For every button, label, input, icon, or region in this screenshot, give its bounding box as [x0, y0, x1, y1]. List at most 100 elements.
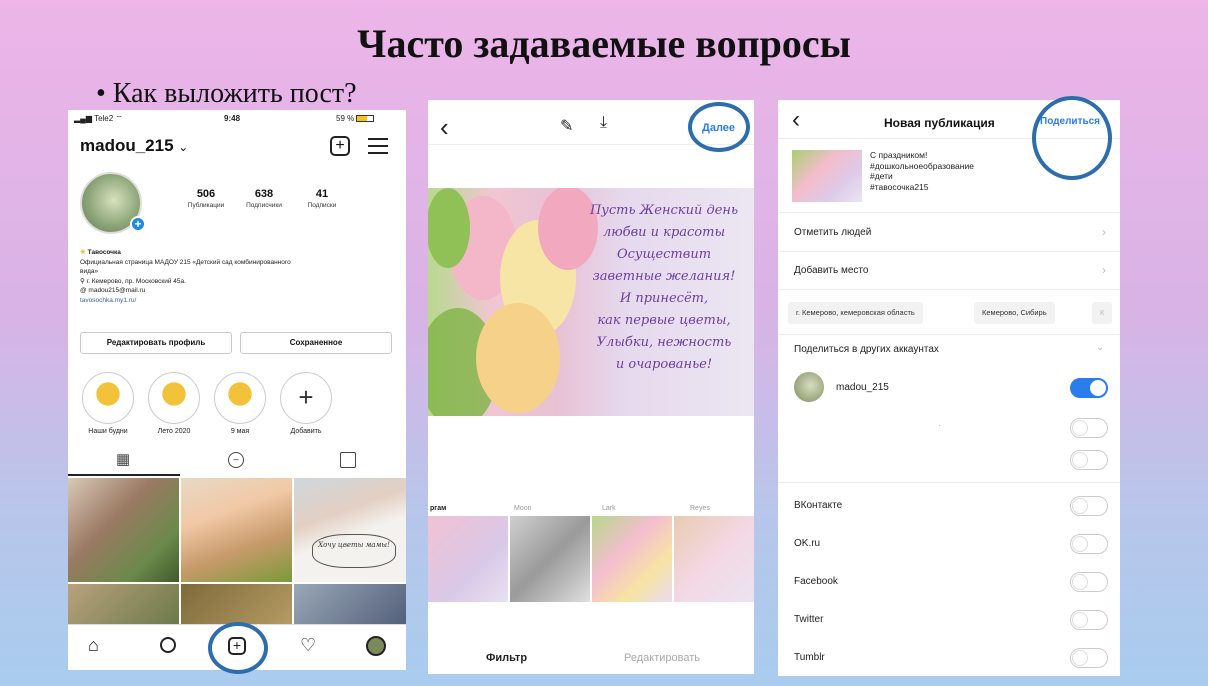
location-pin-icon: ⚲ [80, 277, 85, 285]
sun-icon: ☀ [80, 249, 86, 256]
active-tab-indicator [68, 474, 180, 476]
chevron-down-icon: ⌄ [178, 140, 189, 154]
profile-username[interactable]: madou_215 ⌄ [80, 136, 188, 156]
signal-icon: ▂▄▆ [74, 114, 92, 123]
search-icon[interactable] [160, 637, 176, 653]
account-toggle[interactable] [1070, 378, 1108, 398]
highlight-summer[interactable] [148, 372, 200, 424]
following-count[interactable]: 41 [292, 188, 352, 200]
location-chip[interactable]: Кемерово, Сибирь [974, 302, 1055, 324]
post-thumbnail [792, 150, 862, 202]
filter-thumbnail[interactable] [510, 516, 590, 602]
highlight-ring-next [688, 102, 750, 152]
highlight-label: 9 мая [230, 428, 250, 435]
service-label-ok: OK.ru [794, 538, 821, 549]
followers-label[interactable]: Подписчики [234, 202, 294, 209]
tab-filter[interactable]: Фильтр [486, 652, 527, 664]
slide-title: Часто задаваемые вопросы [357, 21, 851, 66]
magic-wand-icon[interactable]: ✎ [560, 116, 573, 136]
service-label-facebook: Facebook [794, 576, 838, 587]
divider [778, 482, 1120, 483]
grid-post[interactable] [181, 584, 292, 624]
filter-name[interactable]: Lark [602, 505, 616, 512]
grid-post[interactable] [68, 478, 179, 582]
posts-label: Публикации [187, 202, 225, 209]
back-icon[interactable]: ‹ [440, 112, 449, 143]
loading-dot: · [938, 420, 942, 431]
profile-link[interactable]: tavosochka.my1.ru/ [80, 296, 390, 306]
profile-bio: ☀ Тавосочка Официальная страница МАДОУ 2… [80, 248, 390, 305]
battery-icon [356, 115, 375, 123]
heart-icon[interactable]: ♡ [300, 635, 316, 656]
highlight-our-days[interactable] [82, 372, 134, 424]
tag-people-row[interactable]: Отметить людей › [778, 214, 1120, 252]
filter-name[interactable]: Moon [514, 505, 532, 512]
vk-toggle[interactable] [1070, 496, 1108, 516]
account-toggle[interactable] [1070, 450, 1108, 470]
status-carrier: ▂▄▆ Tele2 ⌔ [74, 114, 123, 123]
post-poem: Пусть Женский день любви и красоты Осуще… [589, 203, 739, 372]
grid-post[interactable] [68, 584, 179, 624]
account-name: madou_215 [836, 382, 889, 393]
highlight-label: Наши будни [88, 428, 128, 435]
saved-button[interactable]: Сохраненное [240, 332, 392, 354]
add-highlight-button[interactable]: + [280, 372, 332, 424]
highlight-ring-new-post [208, 622, 268, 674]
service-label-tumblr: Tumblr [794, 652, 825, 663]
filter-thumbnail[interactable] [674, 516, 754, 602]
status-battery: 59 % [336, 114, 375, 123]
wifi-icon: ⌔ [115, 114, 123, 123]
filter-name-active[interactable]: ргам [430, 505, 446, 512]
followers-count[interactable]: 638 [234, 188, 294, 200]
following-label[interactable]: Подписки [292, 202, 352, 209]
home-icon[interactable]: ⌂ [88, 635, 99, 656]
slide-bullet: • Как выложить пост? [96, 78, 357, 109]
chevron-down-icon[interactable]: ⌄ [1096, 342, 1104, 353]
account-toggle[interactable] [1070, 418, 1108, 438]
grid-post[interactable] [294, 584, 406, 624]
grid-post-sign: Хочу цветы мамы! [312, 534, 396, 568]
twitter-toggle[interactable] [1070, 610, 1108, 630]
account-avatar [794, 372, 824, 402]
service-label-vk: ВКонтакте [794, 500, 843, 511]
divider [778, 212, 1120, 213]
back-icon[interactable]: ‹ [792, 106, 800, 134]
filter-screen: ‹ ✎ ⤓ Далее Пусть Женский день любви и к… [428, 100, 754, 674]
filter-thumbnail[interactable] [592, 516, 672, 602]
grid-post[interactable]: Хочу цветы мамы! [294, 478, 406, 582]
grid-post[interactable] [181, 478, 292, 582]
status-time: 9:48 [224, 114, 241, 123]
tab-edit[interactable]: Редактировать [624, 652, 700, 664]
post-preview-image: Пусть Женский день любви и красоты Осуще… [428, 188, 754, 416]
share-other-accounts-label[interactable]: Поделиться в других аккаунтах [794, 344, 939, 355]
divider [778, 334, 1120, 335]
tumblr-toggle[interactable] [1070, 648, 1108, 668]
chevron-right-icon: › [1102, 225, 1106, 239]
publish-screen: ‹ Новая публикация Поделиться С праздник… [778, 100, 1120, 676]
highlight-may-9[interactable] [214, 372, 266, 424]
chevron-right-icon: › [1102, 263, 1106, 277]
tag-icon[interactable] [340, 452, 356, 468]
location-chip[interactable]: К [1092, 302, 1113, 324]
grid-icon[interactable]: ▦ [116, 450, 130, 468]
filter-name[interactable]: Reyes [690, 505, 710, 512]
edit-profile-button[interactable]: Редактировать профиль [80, 332, 232, 354]
highlight-label: Лето 2020 [157, 428, 191, 435]
facebook-toggle[interactable] [1070, 572, 1108, 592]
profile-screen: ▂▄▆ Tele2 ⌔ 9:48 59 % madou_215 ⌄ + + 50… [68, 110, 406, 670]
highlight-ring-share [1032, 96, 1112, 180]
add-story-icon[interactable]: + [130, 216, 146, 232]
service-label-twitter: Twitter [794, 614, 824, 625]
post-caption[interactable]: С праздником! #дошкольноеобразование #де… [870, 150, 974, 192]
profile-avatar-icon[interactable] [366, 636, 386, 656]
filter-thumbnail[interactable] [428, 516, 508, 602]
page-title: Новая публикация [884, 116, 995, 130]
plus-square-icon[interactable]: + [330, 136, 350, 156]
reels-icon[interactable]: – [228, 452, 244, 468]
location-chip[interactable]: г. Кемерово, кемеровская область [788, 302, 923, 324]
download-icon[interactable]: ⤓ [600, 114, 607, 132]
add-location-row[interactable]: Добавить место › [778, 252, 1120, 290]
menu-icon[interactable] [368, 138, 388, 154]
ok-toggle[interactable] [1070, 534, 1108, 554]
mail-icon: @ [80, 287, 87, 294]
